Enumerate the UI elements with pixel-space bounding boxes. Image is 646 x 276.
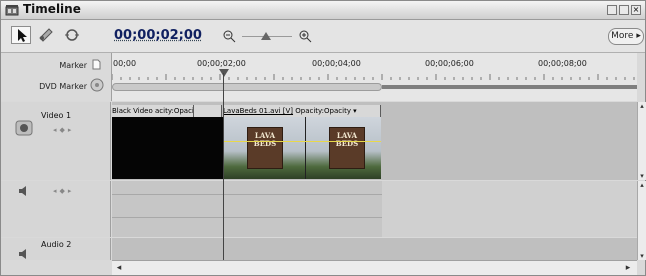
- video1-track-header[interactable]: Video 1 ◂◆▸: [1, 102, 111, 180]
- timeline-icon: [5, 5, 19, 16]
- marker-icon[interactable]: [92, 59, 101, 70]
- scroll-up-icon[interactable]: ▴: [638, 102, 646, 110]
- zoom-out-icon[interactable]: [222, 29, 236, 43]
- audio2-track-area[interactable]: [112, 238, 637, 260]
- horizontal-scrollbar[interactable]: ◂ ▸: [112, 260, 637, 275]
- black-video-clip[interactable]: [112, 117, 223, 179]
- clip-title: Black Video: [112, 107, 153, 115]
- razor-icon: [39, 28, 53, 42]
- opacity-rubberband[interactable]: [223, 141, 381, 142]
- scroll-left-icon[interactable]: ◂: [115, 264, 123, 273]
- ruler-ticks: [112, 74, 635, 80]
- clip-thumbnail: LAVA BEDS: [247, 127, 283, 169]
- ruler-timecode: 00;00;08;00: [538, 59, 587, 68]
- dvd-icon[interactable]: [90, 78, 104, 92]
- work-area-remainder: [382, 85, 637, 89]
- window-title: Timeline: [23, 2, 81, 16]
- title-bar[interactable]: Timeline ×: [1, 1, 645, 20]
- ruler-timecode: 00;00: [113, 59, 137, 68]
- maximize-button[interactable]: [619, 5, 629, 15]
- audio1-track-header[interactable]: ◂◆▸: [1, 181, 111, 237]
- clip-header-overflow: [194, 105, 222, 117]
- current-timecode[interactable]: 00;00;02;00: [114, 28, 202, 43]
- work-area-bar[interactable]: [112, 83, 382, 91]
- ruler-timecode: 00;00;02;00: [197, 59, 246, 68]
- audio2-track-header[interactable]: Audio 2: [1, 238, 111, 260]
- clip-thumbnail: LAVA BEDS: [329, 127, 365, 169]
- close-button[interactable]: ×: [631, 5, 641, 15]
- razor-tool-button[interactable]: [37, 26, 57, 44]
- timeline-toolbar: 00;00;02;00 More ▸: [1, 20, 645, 53]
- audio-level-line: [112, 217, 382, 218]
- hand-icon: [65, 29, 79, 41]
- marker-label: Marker: [59, 61, 87, 70]
- keyframe-nav-buttons[interactable]: ◂◆▸: [53, 126, 89, 136]
- selection-tool-button[interactable]: [11, 26, 31, 44]
- clip-title: LavaBeds 01.avi [V]: [223, 107, 294, 115]
- clip-fx-menu[interactable]: Opacity:Opacity ▾: [295, 107, 356, 115]
- ruler-timecode: 00;00;04;00: [312, 59, 361, 68]
- scroll-down-icon[interactable]: ▾: [638, 252, 646, 260]
- audio2-track-name: Audio 2: [41, 240, 72, 249]
- arrow-cursor-icon: [18, 29, 27, 42]
- clip-header[interactable]: Black Video acity:Opacity ▾: [112, 105, 194, 117]
- eye-toggle-icon[interactable]: [15, 120, 33, 136]
- zoom-slider-thumb[interactable]: [261, 32, 271, 40]
- speaker-icon[interactable]: [17, 249, 33, 259]
- playhead-line[interactable]: [223, 73, 224, 261]
- keyframe-nav-buttons[interactable]: ◂◆▸: [53, 187, 89, 197]
- clip-fx-menu[interactable]: acity:Opacity ▾: [155, 107, 193, 115]
- timeline-window: Timeline × 00;00;02;00 More ▸ Marker DVD…: [0, 0, 646, 276]
- speaker-icon[interactable]: [17, 185, 33, 197]
- audio-level-line: [112, 194, 382, 195]
- dvd-marker-label: DVD Marker: [39, 82, 87, 91]
- clip-boundary: [305, 117, 306, 179]
- ruler-header: Marker DVD Marker: [1, 53, 112, 101]
- audio-clip[interactable]: [112, 181, 382, 237]
- clip-header[interactable]: LavaBeds 01.avi [V] Opacity:Opacity ▾: [223, 105, 381, 117]
- video1-track-name: Video 1: [41, 111, 72, 120]
- minimize-button[interactable]: [607, 5, 617, 15]
- scroll-down-icon[interactable]: ▾: [638, 172, 646, 180]
- zoom-in-icon[interactable]: [298, 29, 312, 43]
- audio-vertical-scrollbar[interactable]: ▴ ▾: [637, 181, 646, 260]
- video-vertical-scrollbar[interactable]: ▴ ▾: [637, 102, 646, 180]
- scroll-up-icon[interactable]: ▴: [638, 181, 646, 189]
- more-button[interactable]: More ▸: [608, 28, 644, 45]
- scroll-right-icon[interactable]: ▸: [624, 264, 632, 273]
- hand-tool-button[interactable]: [63, 26, 83, 44]
- playhead-handle[interactable]: [219, 69, 229, 77]
- ruler-timecode: 00;00;06;00: [425, 59, 474, 68]
